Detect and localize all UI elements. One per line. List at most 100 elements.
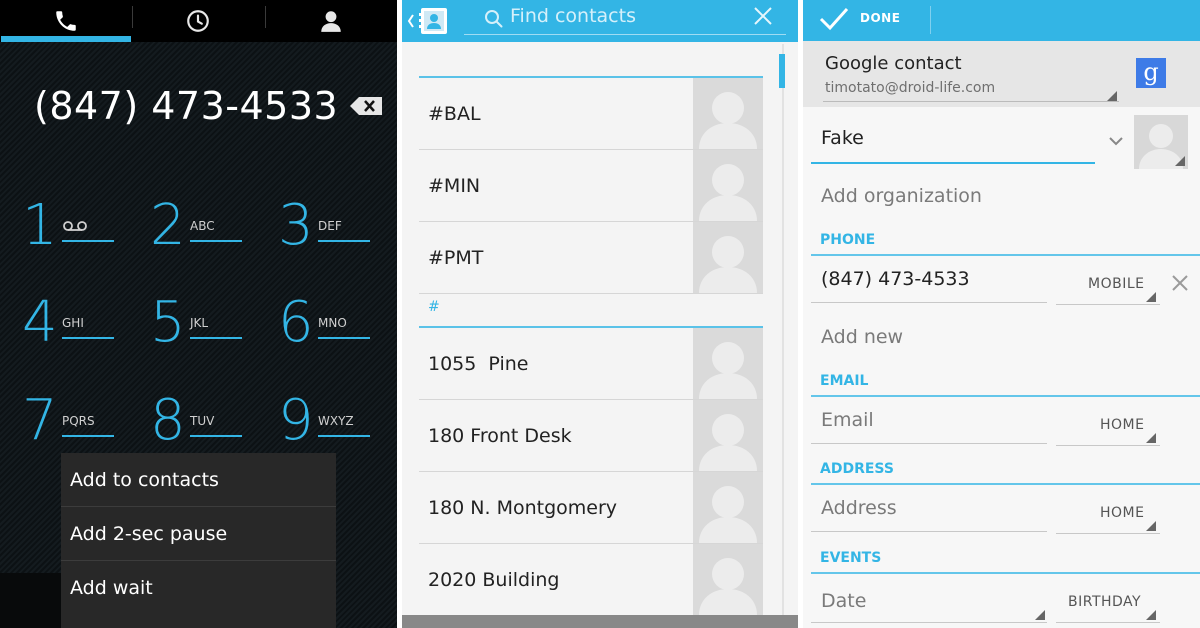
search-icon [485,10,503,28]
dial-key-letters: ABC [190,219,215,233]
dialed-number[interactable]: (847) 473-4533 [34,84,338,128]
add-organization-link[interactable]: Add organization [821,185,982,207]
contact-avatar-icon[interactable] [693,222,763,293]
dial-key-digit: 3 [278,193,314,258]
contacts-action-bar: Find contacts [402,0,798,42]
account-name: Google contact [825,53,962,74]
clock-icon [187,10,210,32]
contact-row[interactable]: 180 N. Montgomery [419,472,763,544]
email-type-corner-icon [1146,433,1156,443]
address-type-corner-icon [1146,521,1156,531]
dial-key-9[interactable]: 9 WXYZ [278,391,396,451]
edit-contact-panel: DONE Google contact timotato@droid-life.… [803,0,1200,628]
date-field[interactable]: Date [821,590,866,612]
backspace-icon[interactable] [350,97,382,115]
dial-key-6[interactable]: 6 MNO [278,293,396,353]
done-button[interactable]: DONE [803,0,930,41]
dial-key-digit: 4 [22,290,58,355]
dial-key-digit: 9 [278,388,314,453]
email-field[interactable]: Email [821,409,874,431]
scrollbar-track[interactable] [782,44,784,628]
contact-avatar-icon[interactable] [693,400,763,471]
dialer-tab-bar [0,0,397,42]
contacts-app-icon[interactable] [405,5,453,37]
menu-item-add-wait[interactable]: Add wait [61,561,336,615]
contact-row[interactable]: 180 Front Desk [419,400,763,472]
account-email: timotato@droid-life.com [825,80,996,96]
menu-item-add-pause[interactable]: Add 2-sec pause [61,507,336,561]
dial-key-letters: JKL [190,316,209,330]
dialer-bottom-bar [0,573,61,628]
name-field[interactable]: Fake [821,127,864,149]
section-header-label: # [428,299,440,315]
section-header: # [419,294,763,328]
add-new-phone-link[interactable]: Add new [821,326,903,348]
contact-avatar-icon[interactable] [693,328,763,399]
contact-avatar-icon[interactable] [693,544,763,615]
remove-phone-icon[interactable] [1170,273,1190,293]
dial-key-letters: GHI [62,316,84,330]
phone-type-corner-icon [1146,292,1156,302]
contacts-list: #BAL #MIN #PMT # 1055 Pine 180 Front Desk 18… [419,76,763,616]
dial-key-letters: TUV [190,414,215,428]
dial-key-digit: 6 [278,290,314,355]
editor-action-bar: DONE [803,0,1200,41]
contact-name: #MIN [428,175,481,197]
contacts-bottom-bar [402,615,798,628]
date-type-corner-icon [1146,610,1156,620]
contact-avatar-icon[interactable] [693,472,763,543]
phone-type-selector[interactable]: MOBILE [1088,276,1144,292]
tab-call-log[interactable] [132,0,264,42]
contact-name: 180 Front Desk [428,425,572,447]
contact-avatar-icon[interactable] [693,150,763,221]
contact-name: 1055 Pine [428,353,529,375]
dial-key-digit: 8 [150,388,186,453]
dial-key-letters: MNO [318,316,347,330]
dial-key-1[interactable]: 1 [22,196,140,256]
person-icon [321,11,341,32]
date-corner-icon [1035,610,1045,620]
dial-key-5[interactable]: 5 JKL [150,293,268,353]
dialer-panel: (847) 473-4533 1 2 ABC 3 DEF 4 GHI 5 JKL 6 MNO 7 PQR… [0,0,397,628]
checkmark-icon [819,7,849,31]
phone-icon [56,11,76,31]
dropdown-corner-icon [1107,91,1117,101]
chevron-down-icon[interactable] [1107,134,1125,148]
voicemail-icon [63,221,87,231]
email-type-selector[interactable]: HOME [1100,417,1144,433]
contact-row[interactable]: #BAL [419,78,763,150]
dial-key-3[interactable]: 3 DEF [278,196,396,256]
tab-contacts[interactable] [264,0,397,42]
search-input[interactable]: Find contacts [510,5,636,27]
account-selector[interactable]: Google contact timotato@droid-life.com g [803,41,1200,107]
contact-row[interactable]: #MIN [419,150,763,222]
contact-avatar-icon[interactable] [693,78,763,149]
address-field[interactable]: Address [821,497,897,519]
contact-name: 180 N. Montgomery [428,497,618,519]
contact-row[interactable]: 2020 Building [419,544,763,616]
dialer-overflow-menu: Add to contacts Add 2-sec pause Add wait [61,453,336,628]
clear-search-icon[interactable] [752,5,774,27]
tab-phone[interactable] [0,0,132,42]
address-type-selector[interactable]: HOME [1100,505,1144,521]
dial-key-7[interactable]: 7 PQRS [22,391,140,451]
contact-row[interactable]: #PMT [419,222,763,294]
menu-item-add-to-contacts[interactable]: Add to contacts [61,453,336,507]
google-icon: g [1136,58,1166,88]
email-section-header: EMAIL [820,373,869,389]
contact-name: 2020 Building [428,569,560,591]
events-section-header: EVENTS [820,550,882,566]
contact-row[interactable]: 1055 Pine [419,328,763,400]
phone-field[interactable]: (847) 473-4533 [821,268,970,290]
dial-key-letters: PQRS [62,414,95,428]
date-type-selector[interactable]: BIRTHDAY [1068,594,1141,610]
dial-key-2[interactable]: 2 ABC [150,196,268,256]
dial-key-8[interactable]: 8 TUV [150,391,268,451]
dial-key-4[interactable]: 4 GHI [22,293,140,353]
dial-key-letters: WXYZ [318,414,354,428]
scrollbar-thumb[interactable] [779,54,785,88]
dial-key-digit: 2 [150,193,186,258]
address-section-header: ADDRESS [820,461,894,477]
dial-key-digit: 7 [22,388,58,453]
contacts-search[interactable]: Find contacts [464,0,786,42]
